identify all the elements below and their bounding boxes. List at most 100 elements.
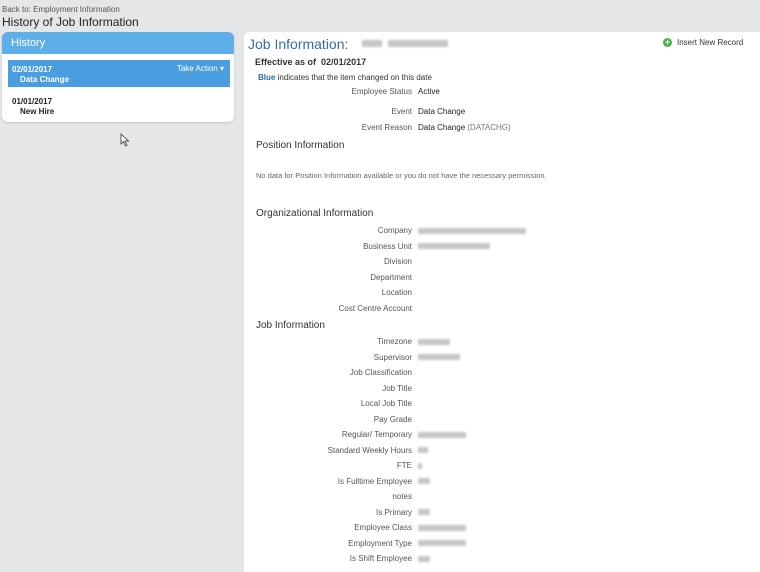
effective-label: Effective as of (255, 57, 317, 67)
field-label: Department (370, 272, 412, 282)
main-panel: Job Information: + Insert New Record Eff… (244, 32, 760, 572)
field-value (418, 523, 466, 532)
change-legend: Blue indicates that the item changed on … (258, 73, 432, 82)
redacted-name (362, 40, 382, 47)
redacted-value (418, 354, 460, 361)
position-no-data: No data for Position Information availab… (256, 171, 547, 180)
field-row: FTE (244, 461, 760, 471)
field-label: Cost Centre Account (338, 303, 412, 313)
redacted-value (418, 338, 450, 345)
job-info-title: Job Information: (248, 36, 349, 52)
field-label: Local Job Title (360, 399, 412, 408)
field-value (418, 539, 466, 548)
legend-blue-word: Blue (258, 73, 276, 82)
redacted-value (418, 478, 430, 485)
history-item-selected[interactable]: 02/01/2017 Data Change Take Action ▾ (8, 60, 230, 87)
field-label: Division (383, 257, 412, 266)
redacted-value (418, 509, 430, 516)
field-value (418, 353, 460, 362)
history-panel: History 02/01/2017 Data Change Take Acti… (2, 32, 234, 122)
redacted-name (388, 40, 448, 47)
redacted-value (418, 447, 428, 454)
field-label: Event (391, 107, 412, 116)
field-row: Department (244, 273, 760, 283)
field-row: Job Title (244, 384, 760, 394)
position-section-title: Position Information (256, 140, 345, 151)
history-item-event: New Hire (20, 107, 55, 116)
field-label: notes (392, 492, 412, 501)
field-label: Business Unit (363, 241, 412, 251)
field-label: FTE (396, 461, 412, 470)
plus-circle-icon: + (663, 37, 672, 47)
mouse-cursor-icon (120, 133, 130, 147)
field-row: Division (244, 257, 760, 267)
field-row: Employee Status Active (244, 87, 760, 97)
field-row: Timezone (244, 337, 760, 347)
field-value: Active (418, 87, 440, 96)
field-label: Company (377, 226, 412, 235)
field-row: Pay Grade (244, 415, 760, 425)
field-value (418, 461, 422, 470)
field-label: Location (381, 288, 412, 297)
redacted-value (418, 524, 466, 531)
field-row: Location (244, 288, 760, 298)
field-label: Is Shift Employee (349, 554, 412, 563)
field-row: Supervisor (244, 353, 760, 363)
redacted-value (418, 540, 466, 547)
field-row: Local Job Title (244, 399, 760, 409)
field-label: Employee Class (354, 523, 412, 532)
redacted-value (418, 243, 490, 250)
back-link[interactable]: Back to: Employment Information (2, 5, 120, 14)
field-value: Data Change (418, 107, 466, 116)
field-label: Employee Status (351, 87, 412, 96)
field-value (418, 554, 430, 563)
field-row: Regular/ Temporary (244, 430, 760, 440)
redacted-value (418, 227, 526, 234)
field-row: Job Classification (244, 368, 760, 378)
field-label: Standard Weekly Hours (327, 445, 412, 455)
take-action-menu[interactable]: Take Action ▾ (177, 64, 224, 73)
field-label: Pay Grade (373, 414, 412, 424)
field-label: Is Primary (376, 507, 412, 517)
legend-text: indicates that the item changed on this … (277, 73, 432, 82)
field-row: Business Unit (244, 242, 760, 252)
field-row: Employee Class (244, 523, 760, 533)
page-title: History of Job Information (2, 15, 139, 29)
field-label: Job Classification (349, 368, 412, 377)
job-section-title: Job Information (256, 320, 325, 331)
field-value (418, 477, 430, 486)
field-row: Cost Centre Account (244, 304, 760, 314)
history-item-event: Data Change (20, 75, 69, 84)
field-row: Event Reason Data Change (DATACHG) (244, 123, 760, 133)
field-value (418, 430, 466, 439)
insert-new-record-button[interactable]: + Insert New Record (663, 38, 743, 47)
effective-date: 02/01/2017 (321, 57, 367, 67)
history-item[interactable]: 01/01/2017 New Hire (8, 92, 230, 119)
history-header: History (2, 32, 234, 54)
field-label: Supervisor (373, 352, 412, 362)
insert-new-record-label: Insert New Record (677, 38, 744, 47)
field-value (418, 508, 430, 517)
field-label: Is Fulltime Employee (337, 476, 412, 486)
field-row: notes (244, 492, 760, 502)
field-label: Job Title (382, 383, 412, 393)
redacted-value (418, 431, 466, 438)
field-row: Employment Type (244, 539, 760, 549)
field-row: Event Data Change (244, 107, 760, 117)
field-row: Is Fulltime Employee (244, 477, 760, 487)
field-label: Employment Type (348, 538, 412, 548)
field-label: Regular/ Temporary (341, 430, 412, 439)
field-label: Event Reason (361, 123, 412, 132)
field-value (418, 226, 526, 235)
redacted-value (418, 462, 422, 469)
effective-date-line: Effective as of 02/01/2017 (255, 57, 366, 67)
field-value (418, 446, 428, 455)
field-row: Is Primary (244, 508, 760, 518)
field-row: Standard Weekly Hours (244, 446, 760, 456)
field-value (418, 242, 490, 251)
org-section-title: Organizational Information (256, 208, 374, 219)
field-row: Is Shift Employee (244, 554, 760, 564)
field-value-code: (DATACHG) (465, 123, 511, 132)
field-row: Company (244, 226, 760, 236)
field-value: Data Change (DATACHG) (418, 123, 511, 132)
